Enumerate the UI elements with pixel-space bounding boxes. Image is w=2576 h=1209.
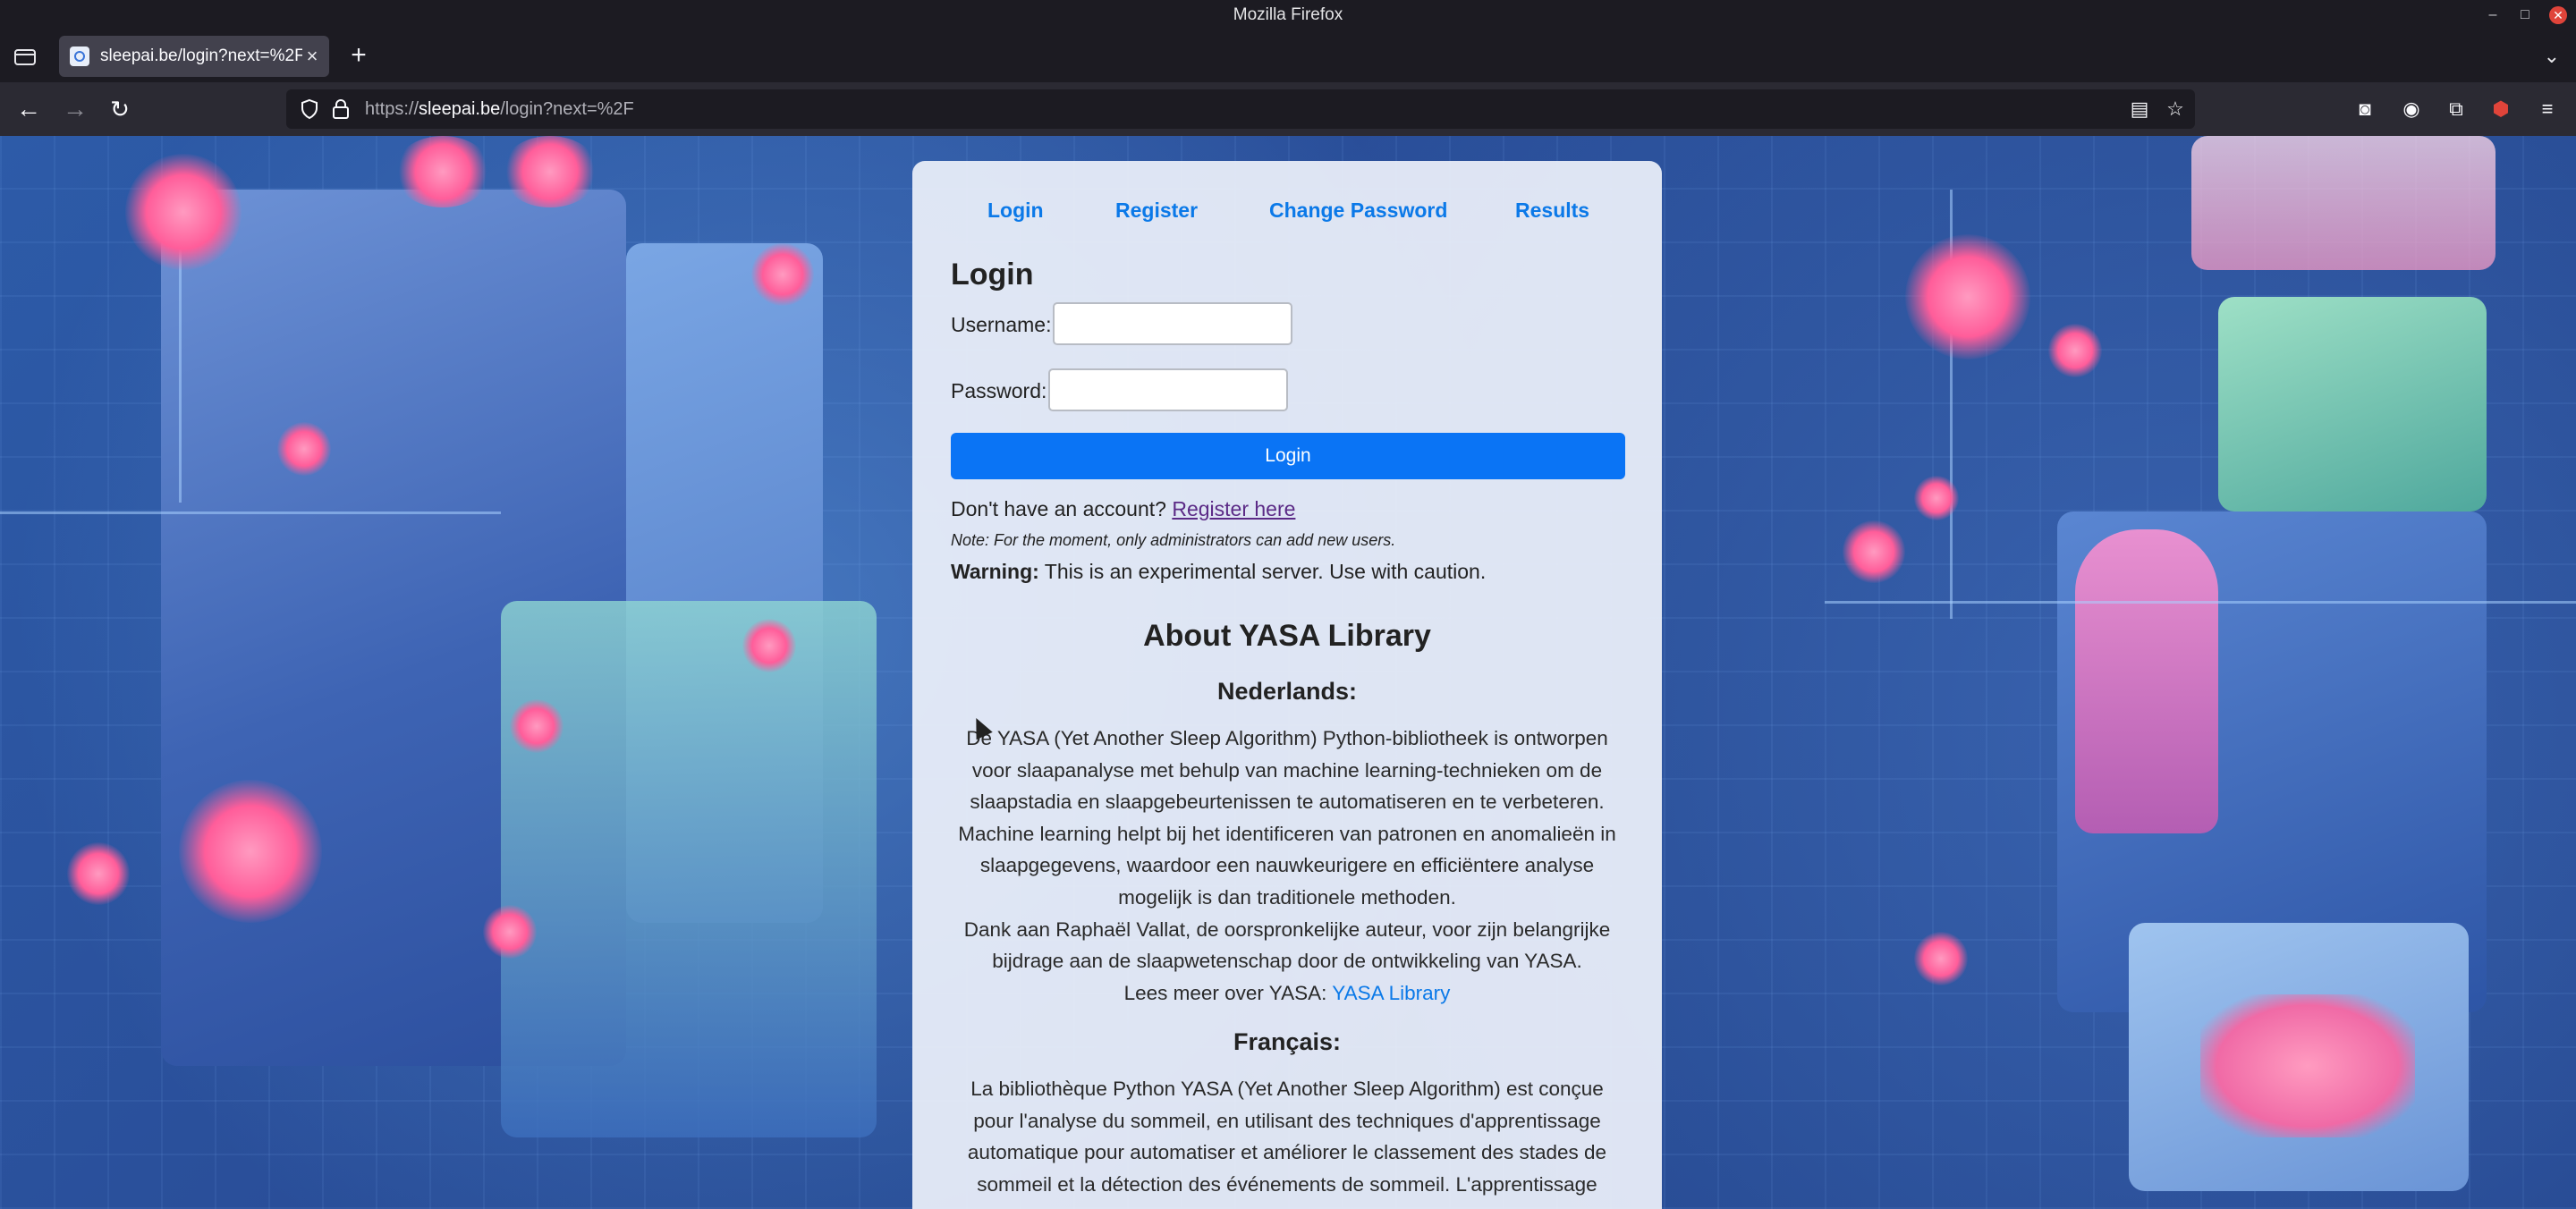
app-menu-icon[interactable]: ≡ [2535,97,2560,122]
pink-glow-decoration [67,842,130,905]
pink-glow-decoration [483,905,537,959]
account-icon[interactable]: ◉ [2399,97,2424,122]
forward-icon[interactable]: → [61,95,89,123]
pink-glow-decoration [501,136,599,207]
login-submit-button[interactable]: Login [951,433,1625,479]
pink-glow-decoration [510,699,564,753]
extensions-icon[interactable]: ⧉ [2444,97,2469,122]
register-prompt: Don't have an account? Register here [951,497,1295,521]
pink-glow-decoration [1914,932,1968,985]
person-illustration [2075,529,2218,833]
browser-tab-active[interactable]: sleepai.be/login?next=%2F × [59,36,329,77]
address-bar[interactable]: https://sleepai.be/login?next=%2F ▤ ☆ [286,89,2195,129]
page-background: Login Register Change Password Results L… [0,136,2576,1209]
nav-register-link[interactable]: Register [1115,199,1198,223]
window-title: Mozilla Firefox [1233,5,1343,24]
username-label: Username: [951,313,1052,336]
url-scheme: https:// [365,99,419,119]
bookmark-star-icon[interactable]: ☆ [2165,98,2186,120]
reader-view-icon[interactable]: ▤ [2129,98,2150,120]
navigation-toolbar: ← → ↻ https://sleepai.be/login?next=%2F … [0,82,2576,136]
back-icon[interactable]: ← [14,95,43,123]
heart-glow-illustration [2200,994,2415,1137]
url-text[interactable]: https://sleepai.be/login?next=%2F [365,89,634,129]
list-all-tabs-icon[interactable]: ⌄ [2544,45,2560,68]
dutch-heading: Nederlands: [1216,678,1358,705]
url-path: /login?next=%2F [500,99,634,119]
password-input[interactable] [1048,368,1288,411]
pink-glow-decoration [2048,324,2102,377]
wire-decoration [1825,601,2576,604]
warning-text: This is an experimental server. Use with… [1044,560,1487,583]
tracking-protection-shield-icon[interactable] [299,98,320,120]
minimize-icon[interactable]: – [2485,7,2501,23]
nav-results-link[interactable]: Results [1515,199,1589,223]
dutch-thanks: Dank aan Raphaël Vallat, de oorspronkeli… [963,917,1611,973]
pink-glow-decoration [1905,234,2030,359]
site-nav: Login Register Change Password Results [912,199,1662,234]
warning-message: Warning: This is an experimental server.… [951,560,1486,584]
nav-login-link[interactable]: Login [987,199,1044,223]
dutch-paragraph: De YASA (Yet Another Sleep Algorithm) Py… [955,723,1619,1009]
nav-change-password-link[interactable]: Change Password [1269,199,1447,223]
pink-glow-decoration [751,243,814,306]
tab-title: sleepai.be/login?next=%2F [100,46,302,65]
login-heading: Login [951,258,1034,292]
french-paragraph: La bibliothèque Python YASA (Yet Another… [967,1078,1607,1196]
warning-label: Warning: [951,560,1039,583]
password-label: Password: [951,379,1047,402]
french-heading: Français: [1233,1028,1342,1055]
pocket-icon[interactable]: ◙ [2352,97,2377,122]
admin-note: Note: For the moment, only administrator… [951,531,1396,549]
lock-icon[interactable] [331,98,351,120]
about-heading: About YASA Library [1143,619,1431,653]
monitor-illustration [2218,297,2487,512]
bed-illustration [501,601,877,1137]
reload-icon[interactable]: ↻ [106,95,134,123]
wire-decoration [0,512,501,514]
dutch-more-text: Lees meer over YASA: [1123,981,1327,1004]
pink-glow-decoration [394,136,492,207]
pink-glow-decoration [1843,520,1905,583]
pink-glow-decoration [742,619,796,672]
yasa-library-link[interactable]: YASA Library [1332,982,1450,1004]
site-favicon-icon [70,46,89,66]
username-input[interactable] [1053,302,1292,345]
register-prompt-text: Don't have an account? [951,497,1166,520]
pink-glow-decoration [125,154,242,270]
pink-glow-decoration [179,780,322,923]
url-host: sleepai.be [419,99,501,119]
register-here-link[interactable]: Register here [1172,497,1295,520]
wall-screen-illustration [2191,136,2496,270]
login-card: Login Register Change Password Results L… [912,161,1662,1209]
ublock-origin-icon[interactable]: ⬢ [2488,97,2513,122]
dutch-text: De YASA (Yet Another Sleep Algorithm) Py… [958,727,1616,909]
tab-strip: sleepai.be/login?next=%2F × + ⌄ [0,30,2576,82]
window-controls: – □ ✕ [2485,0,2567,30]
tab-close-icon[interactable]: × [302,46,322,66]
new-tab-button[interactable]: + [345,42,372,70]
window-titlebar: Mozilla Firefox – □ ✕ [0,0,2576,30]
maximize-icon[interactable]: □ [2517,7,2533,23]
pink-glow-decoration [1914,476,1959,520]
firefox-view-icon[interactable] [13,45,38,68]
pink-glow-decoration [277,422,331,476]
close-icon[interactable]: ✕ [2549,6,2567,24]
